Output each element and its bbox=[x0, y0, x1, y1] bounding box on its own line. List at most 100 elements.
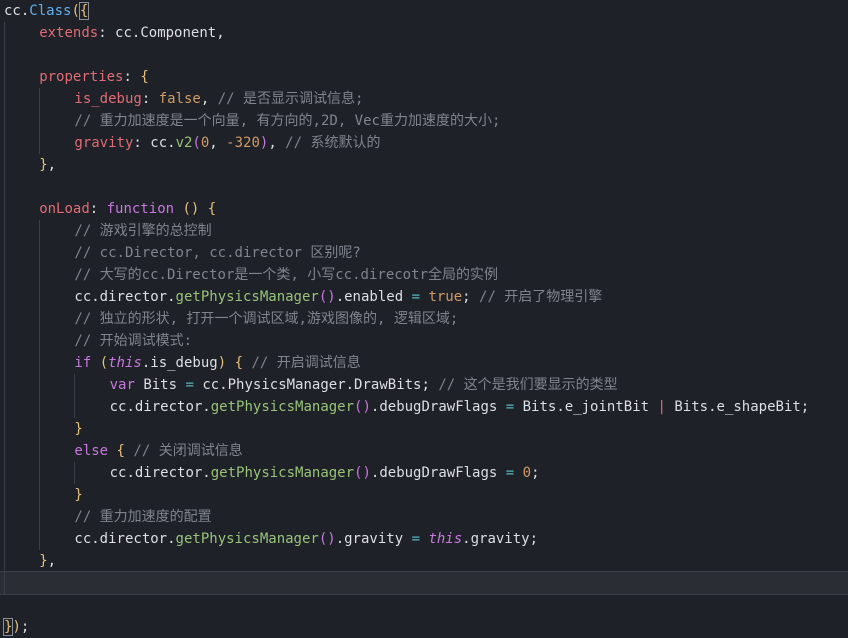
code-line[interactable]: // 独立的形状, 打开一个调试区域,游戏图像的, 逻辑区域; bbox=[0, 308, 848, 330]
code-line[interactable]: onLoad: function () { bbox=[0, 198, 848, 220]
indent-guide bbox=[4, 352, 5, 374]
code-token: } bbox=[2, 618, 14, 636]
code-token: () bbox=[318, 531, 336, 547]
code-token: v2 bbox=[175, 135, 193, 151]
code-text: cc.director.getPhysicsManager().debugDra… bbox=[110, 462, 540, 484]
code-token: Bits.e_shapeBit; bbox=[665, 399, 810, 415]
code-token: .gravity; bbox=[462, 531, 539, 547]
indent-guide bbox=[4, 418, 5, 440]
indent-guide bbox=[39, 462, 41, 484]
code-token: cc.director. bbox=[74, 531, 176, 547]
code-line[interactable] bbox=[0, 176, 848, 198]
code-text: // 开始调试模式: bbox=[74, 330, 192, 352]
code-token: () bbox=[354, 399, 371, 415]
code-line[interactable]: // 重力加速度的配置 bbox=[0, 506, 848, 528]
indent-guide bbox=[4, 264, 5, 286]
indent-guide bbox=[4, 66, 5, 88]
indent-guide bbox=[4, 330, 5, 352]
code-line[interactable]: cc.director.getPhysicsManager().debugDra… bbox=[0, 396, 848, 418]
code-token: .debugDrawFlags bbox=[370, 399, 506, 415]
code-line[interactable]: properties: { bbox=[0, 66, 848, 88]
code-token: is_debug bbox=[74, 91, 142, 107]
code-line[interactable]: // 重力加速度是一个向量, 有方向的,2D, Vec重力加速度的大小; bbox=[0, 110, 848, 132]
code-token: ( bbox=[71, 3, 80, 19]
code-token: , bbox=[268, 135, 286, 151]
code-token: ) bbox=[217, 355, 227, 371]
code-token: if bbox=[74, 355, 92, 371]
indent-guide bbox=[4, 44, 5, 66]
code-text: onLoad: function () { bbox=[39, 198, 216, 220]
code-token: -320 bbox=[226, 135, 260, 151]
code-token: { bbox=[116, 443, 125, 459]
code-token: = bbox=[411, 289, 420, 305]
code-token: cc.director. bbox=[109, 399, 211, 415]
code-line[interactable]: is_debug: false, // 是否显示调试信息; bbox=[0, 88, 848, 110]
code-token: : cc. bbox=[133, 135, 176, 151]
code-token: Bits bbox=[134, 377, 186, 393]
indent-guide bbox=[39, 220, 41, 242]
code-token: = bbox=[411, 531, 420, 547]
code-line[interactable]: // 游戏引擎的总控制 bbox=[0, 220, 848, 242]
indent-guide bbox=[4, 242, 5, 264]
indent-guide bbox=[4, 572, 5, 594]
indent-guide bbox=[39, 528, 41, 550]
code-line[interactable]: extends: cc.Component, bbox=[0, 22, 848, 44]
code-line[interactable]: var Bits = cc.PhysicsManager.DrawBits; /… bbox=[0, 374, 848, 396]
code-token: cc.PhysicsManager.DrawBits; bbox=[193, 377, 439, 393]
code-token: : bbox=[123, 69, 141, 85]
code-line[interactable]: }, bbox=[0, 154, 848, 176]
code-token: : bbox=[141, 91, 159, 107]
code-token: onLoad bbox=[39, 201, 90, 217]
code-line[interactable]: cc.Class({ bbox=[0, 0, 848, 22]
indent-guide bbox=[4, 154, 5, 176]
code-token: gravity bbox=[74, 135, 134, 151]
indent-guide bbox=[4, 528, 5, 550]
code-token: // 开始调试模式: bbox=[74, 333, 193, 349]
code-token: extends bbox=[39, 25, 99, 41]
code-line[interactable]: cc.director.getPhysicsManager().enabled … bbox=[0, 286, 848, 308]
code-line[interactable]: // 大写的cc.Director是一个类, 小写cc.direcotr全局的实… bbox=[0, 264, 848, 286]
indent-guide bbox=[39, 132, 41, 154]
code-token: false bbox=[158, 91, 201, 107]
code-token: getPhysicsManager bbox=[175, 289, 319, 305]
code-token: properties bbox=[39, 69, 124, 85]
indent-guide bbox=[4, 550, 5, 572]
code-line[interactable]: } bbox=[0, 418, 848, 440]
indent-guide bbox=[39, 110, 41, 132]
code-line[interactable]: }, bbox=[0, 550, 848, 572]
current-code-line[interactable] bbox=[0, 571, 848, 595]
code-line[interactable]: } bbox=[0, 484, 848, 506]
indent-guide bbox=[4, 198, 5, 220]
code-line[interactable]: cc.director.getPhysicsManager().debugDra… bbox=[0, 462, 848, 484]
code-line[interactable]: gravity: cc.v2(0, -320), // 系统默认的 bbox=[0, 132, 848, 154]
code-line[interactable]: // 开始调试模式: bbox=[0, 330, 848, 352]
code-text: }); bbox=[2, 616, 29, 638]
code-line[interactable]: }); bbox=[0, 616, 848, 638]
code-token: // 是否显示调试信息; bbox=[217, 91, 364, 107]
code-token: // 独立的形状, 打开一个调试区域,游戏图像的, 逻辑区域; bbox=[74, 311, 459, 327]
code-token: // 重力加速度是一个向量, 有方向的,2D, Vec重力加速度的大小; bbox=[74, 113, 501, 129]
code-token: // 开启调试信息 bbox=[251, 355, 361, 371]
code-text: cc.director.getPhysicsManager().debugDra… bbox=[110, 396, 810, 418]
code-token: } bbox=[39, 157, 48, 173]
code-token: // 这个是我们要显示的类型 bbox=[438, 377, 618, 393]
code-text: var Bits = cc.PhysicsManager.DrawBits; /… bbox=[110, 374, 618, 396]
code-line[interactable]: // cc.Director, cc.director 区别呢? bbox=[0, 242, 848, 264]
code-text: cc.director.getPhysicsManager().gravity … bbox=[74, 528, 538, 550]
indent-guide bbox=[4, 374, 5, 396]
indent-guide bbox=[39, 352, 41, 374]
code-line[interactable]: else { // 关闭调试信息 bbox=[0, 440, 848, 462]
code-line[interactable]: if (this.is_debug) { // 开启调试信息 bbox=[0, 352, 848, 374]
indent-guide bbox=[39, 418, 41, 440]
code-token: = bbox=[505, 465, 515, 481]
code-text: cc.Class({ bbox=[4, 0, 90, 22]
code-line[interactable] bbox=[0, 594, 848, 616]
code-token: .gravity bbox=[335, 531, 412, 547]
code-line[interactable] bbox=[0, 44, 848, 66]
indent-guide bbox=[39, 264, 41, 286]
indent-guide bbox=[39, 286, 41, 308]
code-token: = bbox=[185, 377, 194, 393]
code-editor[interactable]: cc.Class({extends: cc.Component, properti… bbox=[0, 0, 848, 636]
code-line[interactable]: cc.director.getPhysicsManager().gravity … bbox=[0, 528, 848, 550]
